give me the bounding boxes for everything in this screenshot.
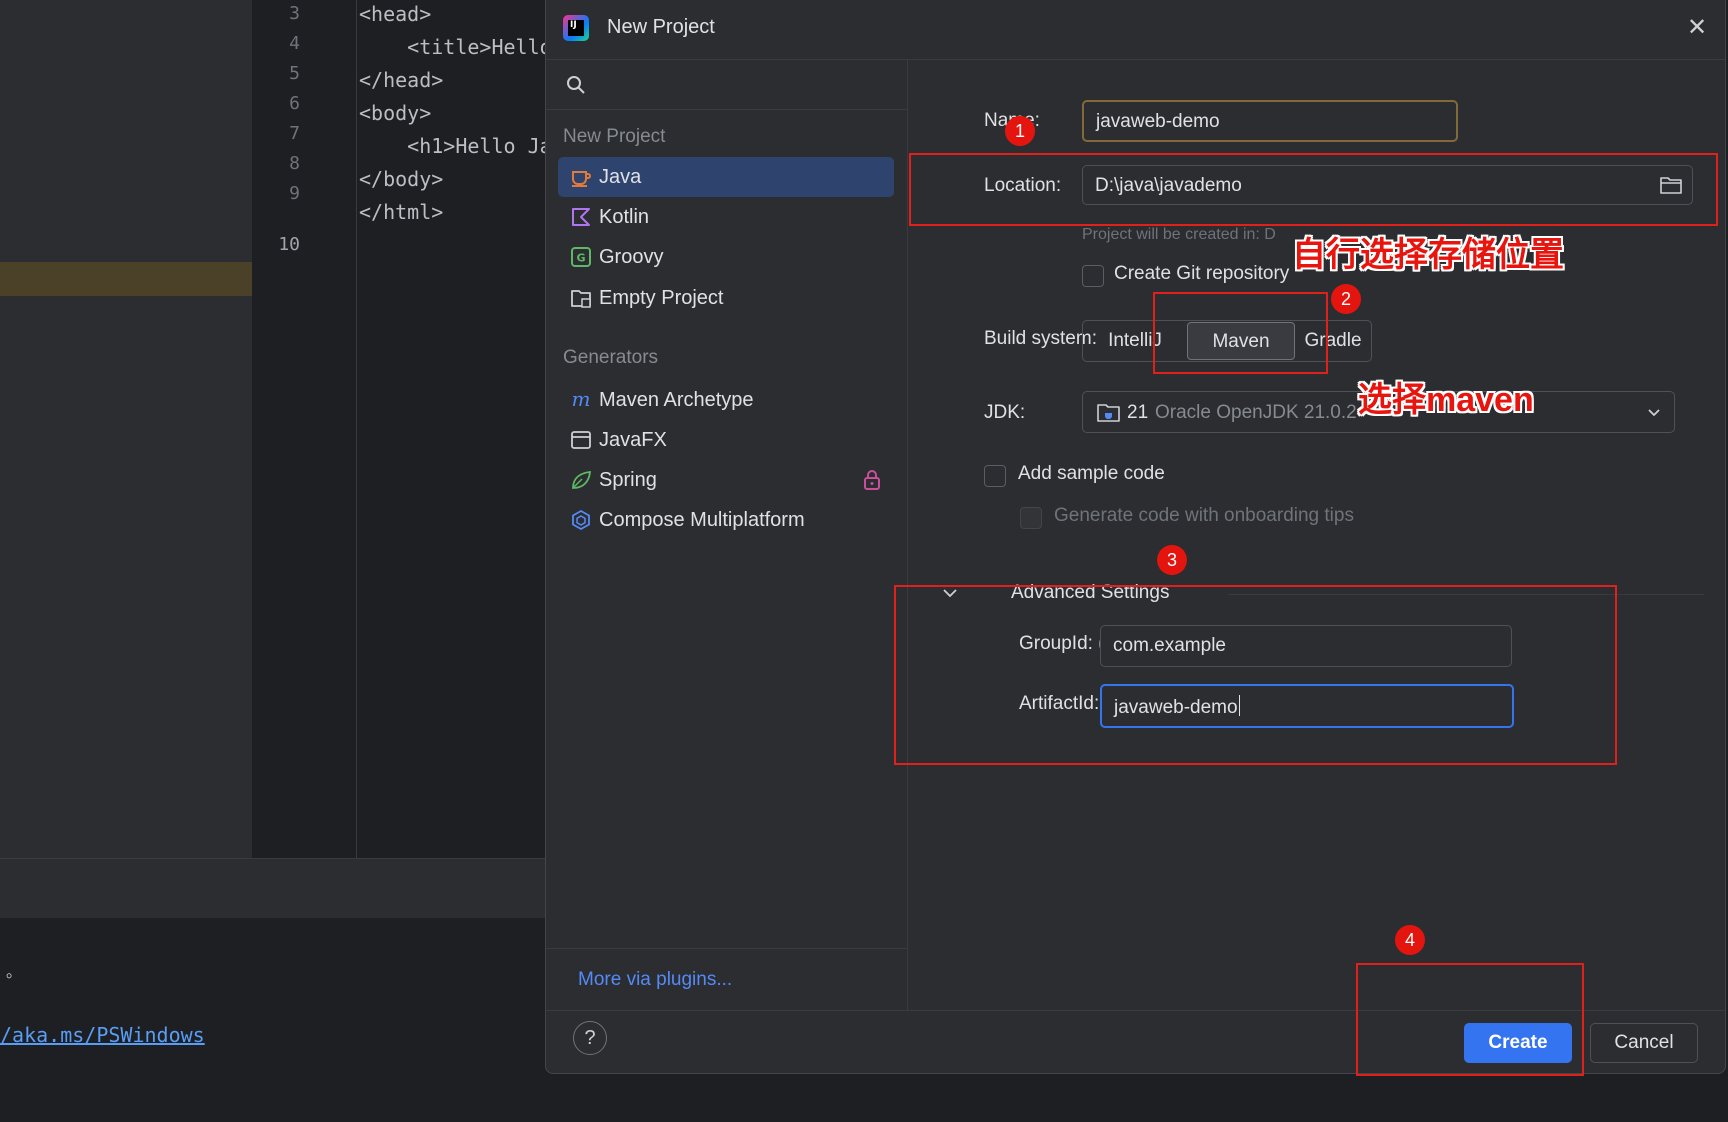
annotation-box-create xyxy=(1356,963,1584,1076)
annotation-badge: 3 xyxy=(1157,545,1187,575)
section-heading-new-project: New Project xyxy=(563,126,666,147)
nav-item-label: JavaFX xyxy=(599,429,667,451)
nav-item-groovy[interactable]: G Groovy xyxy=(558,237,894,277)
nav-item-compose-multiplatform[interactable]: Compose Multiplatform xyxy=(558,500,894,540)
chevron-down-icon xyxy=(1648,409,1660,417)
code-editor[interactable]: <head> <title>Hello </head> <body> <h1>H… xyxy=(356,0,546,858)
cancel-button[interactable]: Cancel xyxy=(1590,1023,1698,1063)
jdk-label: JDK: xyxy=(984,402,1026,423)
code-line: <h1>Hello Ja xyxy=(359,134,546,158)
annotation-box-advanced xyxy=(894,585,1617,765)
search-icon xyxy=(567,76,585,94)
location-hint: Project will be created in: D xyxy=(1082,226,1276,243)
annotation-badge: 2 xyxy=(1331,284,1361,314)
more-plugins-link[interactable]: More via plugins... xyxy=(578,969,732,991)
code-line: </head> xyxy=(359,68,444,92)
intellij-logo-icon: IJ xyxy=(563,15,589,41)
java-cup-icon xyxy=(572,171,591,187)
code-line: </html> xyxy=(359,200,444,224)
line-number: 9 xyxy=(289,183,300,204)
jdk-version: 21 xyxy=(1127,402,1149,423)
line-number: 4 xyxy=(289,33,300,54)
terminal-text: 。 xyxy=(6,964,23,981)
add-sample-checkbox[interactable] xyxy=(984,465,1006,487)
svg-text:m: m xyxy=(572,389,591,411)
nav-item-label: Empty Project xyxy=(599,287,724,309)
add-sample-label[interactable]: Add sample code xyxy=(1018,463,1165,485)
line-number: 8 xyxy=(289,153,300,174)
help-button[interactable]: ? xyxy=(573,1021,607,1055)
dialog-title: New Project xyxy=(607,16,715,38)
section-heading-generators: Generators xyxy=(563,347,659,368)
line-number: 7 xyxy=(289,123,300,144)
nav-item-kotlin[interactable]: Kotlin xyxy=(558,197,894,237)
nav-item-maven-archetype[interactable]: m Maven Archetype xyxy=(558,380,894,420)
jdk-name: Oracle OpenJDK 21.0.2 xyxy=(1155,402,1357,423)
nav-item-javafx[interactable]: JavaFX xyxy=(558,420,894,460)
annotation-badge: 4 xyxy=(1395,925,1425,955)
compose-icon xyxy=(572,509,590,531)
left-panel-footer: More via plugins... xyxy=(546,948,907,1010)
highlighted-tree-row xyxy=(0,262,252,296)
nav-item-empty-project[interactable]: Empty Project xyxy=(558,278,894,318)
terminal-link[interactable]: /aka.ms/PSWindows xyxy=(0,1023,205,1047)
nav-item-label: Maven Archetype xyxy=(599,389,754,411)
line-number-gutter: 3 4 5 6 7 8 9 10 xyxy=(252,0,356,858)
kotlin-icon xyxy=(572,208,590,226)
annotation-maven-note: 选择maven xyxy=(1358,381,1534,419)
tool-window-bar xyxy=(0,858,546,918)
code-line: <title>Hello xyxy=(359,35,546,59)
line-number: 3 xyxy=(289,3,300,24)
annotation-location-note: 自行选择存储位置 xyxy=(1292,236,1564,274)
annotation-box-maven xyxy=(1153,292,1328,374)
close-icon[interactable]: ✕ xyxy=(1683,14,1711,42)
build-system-label: Build system: xyxy=(984,328,1097,349)
nav-item-label: Java xyxy=(599,166,642,188)
jdk-folder-icon xyxy=(1097,404,1120,422)
empty-project-folder-icon xyxy=(571,290,591,308)
groovy-icon: G xyxy=(571,247,591,267)
create-git-label[interactable]: Create Git repository xyxy=(1114,263,1289,285)
nav-item-label: Spring xyxy=(599,469,657,491)
nav-item-spring[interactable]: Spring xyxy=(558,460,894,500)
line-number: 5 xyxy=(289,63,300,84)
project-type-list: New Project Java Kotlin G Groovy Empty P… xyxy=(546,60,908,1010)
spring-leaf-icon xyxy=(572,470,592,489)
maven-icon: m xyxy=(572,389,591,411)
svg-text:G: G xyxy=(576,252,585,265)
nav-item-java[interactable]: Java xyxy=(558,157,894,197)
code-line: </body> xyxy=(359,167,444,191)
code-line: <head> xyxy=(359,2,432,26)
dialog-titlebar: IJ New Project ✕ xyxy=(546,0,1725,60)
line-number: 6 xyxy=(289,93,300,114)
search-bar[interactable] xyxy=(546,60,907,110)
line-number: 10 xyxy=(278,234,300,255)
window-icon xyxy=(571,431,591,449)
nav-item-label: Compose Multiplatform xyxy=(599,509,805,531)
annotation-badge: 1 xyxy=(1005,116,1035,146)
nav-item-label: Kotlin xyxy=(599,206,650,228)
name-field[interactable]: javaweb-demo xyxy=(1082,100,1458,142)
onboarding-checkbox xyxy=(1020,507,1042,529)
onboarding-label: Generate code with onboarding tips xyxy=(1054,505,1354,526)
create-git-checkbox[interactable] xyxy=(1082,265,1104,287)
lock-icon xyxy=(864,470,880,490)
annotation-box-location xyxy=(909,153,1718,226)
project-tool-window xyxy=(0,0,252,858)
nav-item-label: Groovy xyxy=(599,246,664,268)
code-line: <body> xyxy=(359,101,432,125)
terminal-panel[interactable] xyxy=(0,918,546,1122)
